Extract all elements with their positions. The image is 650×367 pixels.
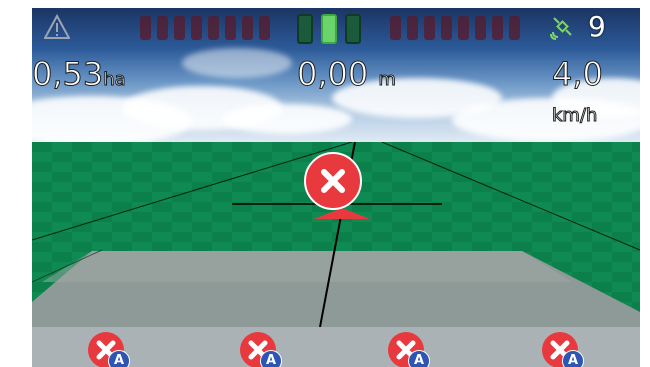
lightbar-led [208,16,219,40]
guidance-status-button[interactable] [304,152,362,210]
lightbar-led [191,16,202,40]
lightbar-led [424,16,435,40]
auto-mode-badge: A [108,350,130,367]
offset-unit: m [378,69,397,91]
speed-readout: 4,0 km/h [551,55,640,134]
section-button-4[interactable]: A [542,332,586,367]
lightbar-led [509,16,520,40]
area-value: 0,53 [32,55,104,93]
lightbar-led [492,16,503,40]
section-button-3[interactable]: A [388,332,432,367]
lightbar-led [441,16,452,40]
section-indicator [297,14,361,44]
lightbar-led [390,16,401,40]
auto-mode-badge: A [562,350,584,367]
area-readout: 0,53ha [32,56,126,98]
lightbar-right [390,16,520,40]
lightbar-led [225,16,236,40]
lightbar-led [174,16,185,40]
speed-value: 4,0 [552,55,604,93]
offset-readout: 0,00 m [296,55,397,98]
speed-unit: km/h [551,105,598,127]
lightbar-led [475,16,486,40]
section-left [297,14,313,44]
section-center [321,14,337,44]
section-button-1[interactable]: A [88,332,132,367]
offset-value: 0,00 [296,55,369,93]
warning-icon[interactable] [44,14,70,40]
gps-satellite-icon [550,17,572,40]
section-button-2[interactable]: A [240,332,284,367]
lightbar-led [458,16,469,40]
lightbar-led [140,16,151,40]
lightbar-led [407,16,418,40]
lightbar-led [242,16,253,40]
section-right [345,14,361,44]
auto-mode-badge: A [260,350,282,367]
lightbar-left [140,16,270,40]
close-icon [321,169,345,193]
auto-mode-badge: A [408,350,430,367]
guidance-screen: 9 0,53ha 0,00 m 4,0 km/h A A A A [32,8,640,367]
lightbar-led [259,16,270,40]
lightbar-led [157,16,168,40]
area-unit: ha [103,69,126,91]
satellite-count: 9 [588,10,606,43]
